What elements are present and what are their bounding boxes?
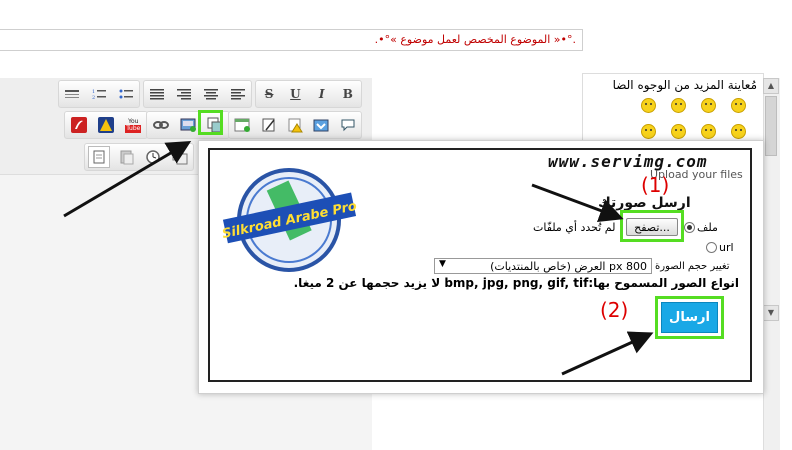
align-center-icon[interactable] [201,84,221,104]
alert-warning-icon[interactable] [96,115,116,135]
scroll-up-icon[interactable]: ▲ [763,78,779,94]
formats-list: bmp, jpg, png, gif, tif [444,276,589,290]
resize-select-value: 800 px العرض (خاص بالمنتديات) [490,260,647,273]
smiley-cool-icon[interactable] [701,124,716,139]
subject-input[interactable]: .°•« الموضوع المخصص لعمل موضوع »°•. [0,29,583,51]
no-file-text: لم تُحدد أي ملفّات [533,221,616,234]
smiley-wink-icon[interactable] [671,98,686,113]
align-toolbar-group [143,80,252,108]
smiley-angry-icon[interactable] [641,124,656,139]
youtube-icon[interactable]: You Tube [123,115,143,135]
align-right-icon[interactable] [174,84,194,104]
formats-suffix: لا يزيد حجمها عن 2 ميغا. [293,276,445,290]
clock-icon[interactable] [143,147,163,167]
radio-file[interactable] [684,222,695,233]
hide-content-icon[interactable] [311,115,331,135]
bold-button[interactable]: B [338,84,358,104]
underline-button[interactable]: U [285,84,305,104]
strikethrough-button[interactable]: S [259,84,279,104]
document-toolbar-group [84,143,194,171]
bullet-list-icon[interactable] [116,84,136,104]
italic-button[interactable]: I [312,84,332,104]
scroll-down-icon[interactable]: ▼ [763,305,779,321]
upload-title: ارسل صورتك [598,195,691,211]
browse-button[interactable]: تصفح... [626,218,678,236]
source-view-icon[interactable] [170,147,190,167]
resize-label: تغيير حجم الصورة [655,261,730,272]
forum-badge-logo: Silkroad Arabe Pro [222,168,357,272]
align-justify-icon[interactable] [147,84,167,104]
subject-text: .°•« الموضوع المخصص لعمل موضوع »°•. [374,33,576,46]
smiley-laugh-icon[interactable] [671,124,686,139]
smiley-surprised-icon[interactable] [731,98,746,113]
media-toolbar-group: You Tube [64,111,148,139]
step-2-label: (2) [600,298,629,322]
smiley-glasses-icon[interactable] [731,124,746,139]
scroll-thumb[interactable] [765,96,777,156]
smiley-sad-icon[interactable] [641,98,656,113]
numbered-list-icon[interactable]: 12 [89,84,109,104]
format-toolbar-group: S U I B [255,80,362,108]
youtube-tube-text: Tube [125,124,142,133]
flash-icon[interactable] [69,115,89,135]
horizontal-rule-icon[interactable] [62,84,82,104]
table-icon[interactable] [232,115,252,135]
radio-url[interactable] [706,242,717,253]
spoiler-warning-icon[interactable] [285,115,305,135]
step-1-label: (1) [641,173,670,197]
paste-icon[interactable] [117,147,137,167]
smilies-more-link[interactable]: مُعاينة المزيد من الوجوه الضا [613,78,757,92]
allowed-formats-text: انواع الصور المسموح بها:bmp, jpg, png, g… [294,276,739,290]
resize-select[interactable]: 800 px العرض (خاص بالمنتديات) ▼ [434,258,652,274]
youtube-you-text: You [128,117,139,125]
list-toolbar-group: 12 [58,80,140,108]
quote-bubble-icon[interactable] [338,115,358,135]
new-document-icon[interactable] [88,146,111,168]
edit-note-icon[interactable] [259,115,279,135]
extra-toolbar-group [228,111,362,139]
radio-url-label: url [719,241,734,254]
image-icon[interactable] [178,115,198,135]
formats-prefix: انواع الصور المسموح بها: [588,276,739,290]
align-left-icon[interactable] [228,84,248,104]
svg-text:2: 2 [92,95,95,100]
submit-button[interactable]: ارسال [661,302,718,333]
radio-file-label: ملف [697,221,718,234]
link-icon[interactable] [151,115,171,135]
chevron-down-icon: ▼ [439,259,446,269]
smiley-happy-icon[interactable] [701,98,716,113]
upload-image-highlight [198,110,223,135]
